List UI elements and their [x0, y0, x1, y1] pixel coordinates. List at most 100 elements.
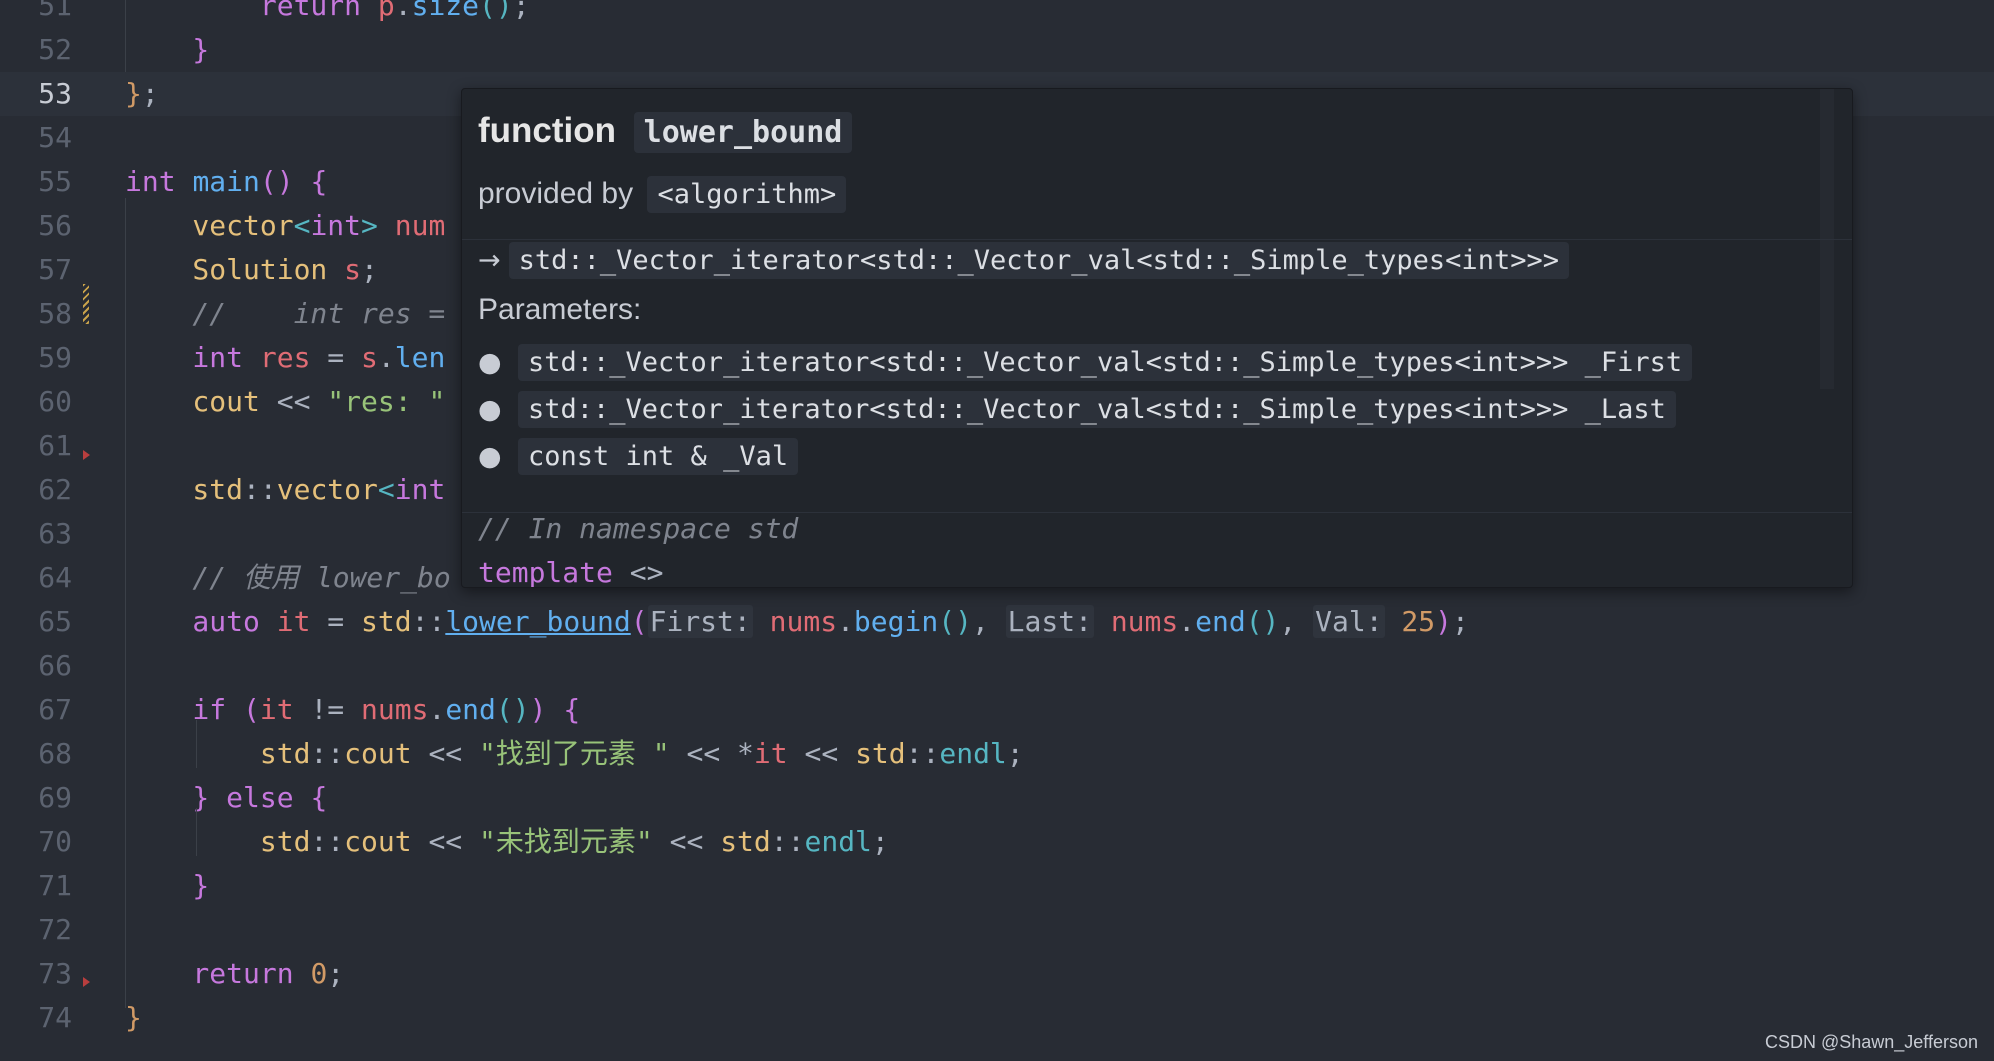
code-token: return	[125, 957, 311, 990]
code-token: }	[125, 77, 142, 110]
code-line[interactable]: 71 }	[0, 864, 1994, 908]
code-token: cout	[344, 737, 412, 770]
code-text[interactable]: // 使用 lower_bo	[125, 556, 450, 600]
code-text[interactable]: }	[125, 996, 142, 1040]
code-text[interactable]: return 0;	[125, 952, 344, 996]
code-line[interactable]: 68 std::cout << "找到了元素 " << *it << std::…	[0, 732, 1994, 776]
code-line[interactable]: 67 if (it != nums.end()) {	[0, 688, 1994, 732]
code-token: vector	[125, 209, 294, 242]
code-token: <<	[652, 825, 721, 858]
code-text[interactable]: }	[125, 864, 209, 908]
line-number: 56	[38, 209, 72, 242]
code-token: ::	[243, 473, 277, 506]
code-token: )	[1435, 605, 1452, 638]
provided-by: provided by <algorithm>	[478, 176, 847, 213]
fold-marker-icon[interactable]	[83, 977, 90, 987]
code-text[interactable]: int res = s.len	[125, 336, 445, 380]
line-number: 59	[38, 341, 72, 374]
code-line[interactable]: 74}	[0, 996, 1994, 1040]
line-number: 69	[38, 781, 72, 814]
parameter-text: std::_Vector_iterator<std::_Vector_val<s…	[518, 344, 1693, 381]
code-token: ::	[310, 737, 345, 770]
code-token: << *	[669, 737, 754, 770]
code-token: lower_bound	[445, 605, 631, 638]
code-token: nums	[361, 693, 429, 726]
code-token: it	[276, 605, 311, 638]
code-token: "找到了元素 "	[479, 737, 670, 770]
code-token: !=	[293, 693, 362, 726]
code-token: "res: "	[327, 385, 446, 418]
code-text[interactable]: std::cout << "未找到元素" << std::endl;	[125, 820, 889, 864]
line-number: 52	[38, 33, 72, 66]
code-token: res	[259, 341, 311, 374]
code-text[interactable]: }	[125, 28, 209, 72]
hover-tooltip: function lower_bound provided by <algori…	[461, 88, 1853, 588]
code-token: <<	[411, 737, 480, 770]
code-token: std	[125, 825, 311, 858]
code-token: else	[209, 781, 311, 814]
provided-by-label: provided by	[478, 177, 634, 210]
code-token: <	[377, 473, 395, 506]
parameters-label: Parameters:	[478, 293, 642, 326]
code-token: {	[310, 781, 328, 814]
code-token: .	[394, 0, 412, 22]
code-text[interactable]: std::cout << "找到了元素 " << *it << std::end…	[125, 732, 1024, 776]
bullet-icon: ●	[478, 394, 502, 425]
line-number: 65	[38, 605, 72, 638]
code-text[interactable]: return p.size();	[125, 0, 530, 28]
parameter-item: ● const int & _Val	[478, 438, 799, 475]
code-token: p	[377, 0, 395, 22]
return-type-row: → std::_Vector_iterator<std::_Vector_val<…	[478, 242, 1569, 279]
line-number: 72	[38, 913, 72, 946]
code-token: ;	[871, 825, 889, 858]
code-text[interactable]: std::vector<int	[125, 468, 445, 512]
code-line[interactable]: 51 return p.size();	[0, 0, 1994, 28]
code-line[interactable]: 65 auto it = std::lower_bound(First: num…	[0, 600, 1994, 644]
code-token: cout	[125, 385, 260, 418]
code-text[interactable]: } else {	[125, 776, 327, 820]
code-token: ::	[770, 825, 805, 858]
code-token: endl	[939, 737, 1007, 770]
fold-marker-icon[interactable]	[83, 450, 90, 460]
code-line[interactable]: 73 return 0;	[0, 952, 1994, 996]
line-number: 51	[38, 0, 72, 22]
code-token: begin	[853, 605, 939, 638]
line-number: 55	[38, 165, 72, 198]
code-token: ()	[495, 693, 530, 726]
code-text[interactable]: // int res =	[125, 292, 445, 336]
code-token: std	[720, 825, 771, 858]
code-token: .	[837, 605, 854, 638]
code-line[interactable]: 66	[0, 644, 1994, 688]
code-text[interactable]: cout << "res: "	[125, 380, 445, 424]
code-line[interactable]: 52 }	[0, 28, 1994, 72]
code-token: 25	[1401, 605, 1436, 638]
code-token: ;	[141, 77, 159, 110]
code-token: num	[394, 209, 446, 242]
line-number: 57	[38, 253, 72, 286]
parameter-text: const int & _Val	[518, 438, 799, 475]
code-token: int	[310, 209, 362, 242]
code-token: int	[125, 165, 193, 198]
line-number: 54	[38, 121, 72, 154]
code-token: it	[259, 693, 294, 726]
code-text[interactable]: int main() {	[125, 160, 327, 204]
parameter-item: ● std::_Vector_iterator<std::_Vector_val<…	[478, 391, 1676, 428]
code-token: cout	[344, 825, 412, 858]
code-text[interactable]: if (it != nums.end()) {	[125, 688, 580, 732]
code-line[interactable]: 72	[0, 908, 1994, 952]
line-number: 68	[38, 737, 72, 770]
code-text[interactable]: };	[125, 72, 159, 116]
code-text[interactable]: auto it = std::lower_bound(First: nums.b…	[125, 600, 1469, 644]
line-number: 64	[38, 561, 72, 594]
code-token: end	[1195, 605, 1246, 638]
code-token: s	[361, 341, 378, 374]
hover-title: function lower_bound	[478, 111, 853, 153]
code-text[interactable]: Solution s;	[125, 248, 377, 292]
code-token: // int res =	[125, 297, 446, 330]
code-line[interactable]: 70 std::cout << "未找到元素" << std::endl;	[0, 820, 1994, 864]
code-token: ::	[905, 737, 940, 770]
code-text[interactable]: vector<int> num	[125, 204, 445, 248]
code-line[interactable]: 69 } else {	[0, 776, 1994, 820]
